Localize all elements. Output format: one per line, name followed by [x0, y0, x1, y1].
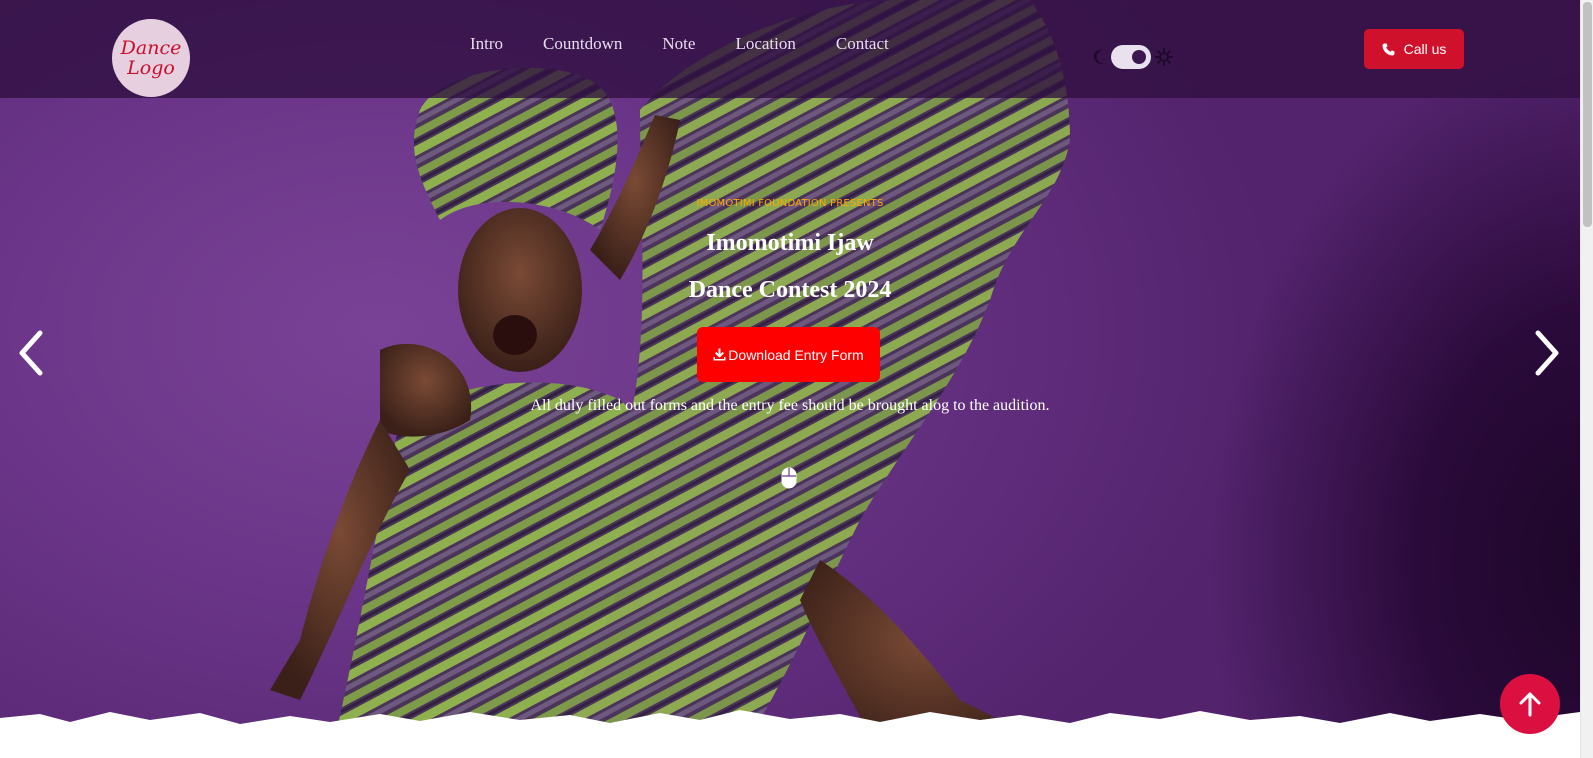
nav-link-countdown[interactable]: Countdown — [543, 34, 622, 54]
call-us-button[interactable]: Call us — [1364, 29, 1464, 69]
main-nav: Intro Countdown Note Location Contact — [470, 34, 929, 54]
logo-text-line1: Dance — [120, 37, 182, 59]
chevron-right-icon[interactable] — [1532, 330, 1562, 376]
logo-text-line2: Logo — [127, 57, 175, 79]
moon-icon — [1093, 49, 1105, 64]
nav-link-note[interactable]: Note — [662, 34, 695, 54]
top-navbar: Dance Logo Intro Countdown Note Location… — [0, 0, 1580, 98]
mouse-icon[interactable] — [781, 467, 797, 489]
hero-title-line1: Imomotimi Ijaw — [706, 230, 874, 256]
back-to-top-button[interactable] — [1500, 674, 1560, 734]
hero-eyebrow: IMOMOTIMI FOUNDATION PRESENTS — [696, 198, 884, 209]
switch-knob — [1132, 50, 1146, 64]
download-icon — [713, 348, 726, 361]
scrollbar-thumb[interactable] — [1583, 2, 1592, 227]
page-scrollbar[interactable] — [1580, 0, 1593, 758]
torn-paper-edge — [0, 710, 1580, 758]
phone-icon — [1382, 43, 1395, 55]
download-entry-form-button[interactable]: Download Entry Form — [697, 327, 880, 382]
theme-switch[interactable] — [1111, 45, 1151, 69]
hero-title-line2: Dance Contest 2024 — [688, 277, 892, 303]
hero-note: All duly filled out forms and the entry … — [530, 397, 1050, 414]
call-us-label: Call us — [1403, 41, 1447, 57]
theme-toggle[interactable] — [1093, 45, 1173, 69]
sun-icon — [1155, 48, 1173, 66]
chevron-left-icon[interactable] — [16, 330, 46, 376]
nav-link-location[interactable]: Location — [735, 34, 795, 54]
nav-link-contact[interactable]: Contact — [836, 34, 889, 54]
arrow-up-icon — [1519, 692, 1541, 717]
download-label: Download Entry Form — [728, 346, 864, 363]
site-logo[interactable]: Dance Logo — [112, 19, 190, 97]
nav-link-intro[interactable]: Intro — [470, 34, 503, 54]
